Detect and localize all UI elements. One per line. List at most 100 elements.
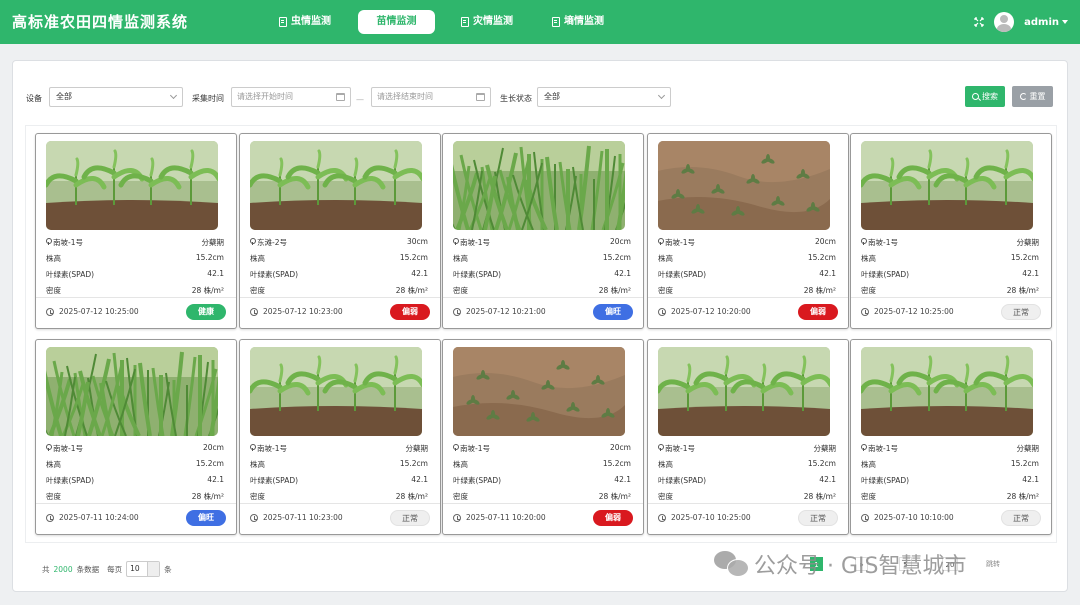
seedling-photo[interactable] [861,141,1033,230]
monitor-card[interactable]: 南坡-1号 分蘖期 株高 15.2cm 叶绿素(SPAD) 42.1 密度 28… [850,339,1052,535]
tab-soil-moisture-monitoring[interactable]: 墒情监测 [543,10,613,34]
location-text: 南坡-1号 [53,444,83,453]
clock-icon [46,307,54,316]
monitor-card[interactable]: 南坡-1号 20cm 株高 15.2cm 叶绿素(SPAD) 42.1 密度 2… [35,339,237,535]
monitor-card[interactable]: 南坡-1号 分蘖期 株高 15.2cm 叶绿素(SPAD) 42.1 密度 28… [850,133,1052,329]
card-row-spad: 叶绿素(SPAD) 42.1 [46,475,224,486]
document-icon [279,17,287,27]
card-row-height: 株高 15.2cm [250,253,428,264]
clock-icon [453,513,461,522]
card-row-location: 南坡-1号 20cm [658,237,836,248]
seedling-photo[interactable] [250,347,422,436]
time-label: 采集时间 [192,94,224,103]
card-row-location: 南坡-1号 分蘖期 [658,443,836,454]
card-divider [443,297,643,298]
total-prefix: 共 [42,564,50,574]
avatar[interactable] [994,12,1015,32]
height-value: 15.2cm [195,253,224,262]
card-divider [851,297,1051,298]
spad-label: 叶绿素(SPAD) [453,270,502,279]
user-menu[interactable]: admin [1024,17,1068,28]
location-text: 南坡-1号 [868,238,898,247]
location-pin-icon [453,444,459,451]
spad-label: 叶绿素(SPAD) [861,476,910,485]
fullscreen-icon[interactable] [974,17,984,27]
density-label: 密度 [658,492,673,501]
seedling-photo[interactable] [46,347,218,436]
height-value: 15.2cm [602,253,631,262]
monitor-card[interactable]: 南坡-1号 20cm 株高 15.2cm 叶绿素(SPAD) 42.1 密度 2… [442,339,644,535]
card-divider [36,297,236,298]
monitor-card[interactable]: 南坡-1号 分蘖期 株高 15.2cm 叶绿素(SPAD) 42.1 密度 28… [35,133,237,329]
capture-time: 2025-07-11 10:20:00 [453,513,546,522]
card-row-spad: 叶绿素(SPAD) 42.1 [658,475,836,486]
monitor-card[interactable]: 南坡-1号 分蘖期 株高 15.2cm 叶绿素(SPAD) 42.1 密度 28… [239,339,441,535]
seedling-photo[interactable] [453,141,625,230]
spad-value: 42.1 [207,269,224,278]
seedling-photo[interactable] [453,347,625,436]
tab-label: 虫情监测 [291,16,331,27]
location-pin-icon [250,444,256,451]
density-label: 密度 [250,286,265,295]
monitor-card[interactable]: 南坡-1号 20cm 株高 15.2cm 叶绿素(SPAD) 42.1 密度 2… [442,133,644,329]
status-badge: 正常 [798,510,838,526]
status-badge: 偏旺 [186,510,226,526]
document-icon [552,17,560,27]
seedling-photo[interactable] [658,141,830,230]
capture-time: 2025-07-11 10:24:00 [46,513,139,522]
per-page-unit: 条 [164,564,172,574]
growth-status-select[interactable]: 全部 [537,87,671,107]
card-row-spad: 叶绿素(SPAD) 42.1 [861,475,1039,486]
density-value: 28 株/m² [395,286,428,295]
card-row-location: 南坡-1号 20cm [453,237,631,248]
density-value: 28 株/m² [598,286,631,295]
density-value: 28 株/m² [191,492,224,501]
growth-stage: 20cm [815,237,836,246]
location-text: 南坡-1号 [460,444,490,453]
caret-down-icon [1062,20,1068,24]
location-text: 南坡-1号 [257,444,287,453]
clock-icon [46,513,54,522]
jump-label: 跳转 [986,560,1000,568]
monitor-card[interactable]: 南坡-1号 分蘖期 株高 15.2cm 叶绿素(SPAD) 42.1 密度 28… [647,339,849,535]
height-value: 15.2cm [399,459,428,468]
card-row-height: 株高 15.2cm [250,459,428,470]
spad-value: 42.1 [411,269,428,278]
capture-time-text: 2025-07-11 10:20:00 [466,513,546,522]
page-size-select[interactable]: 10 [126,561,161,577]
spad-label: 叶绿素(SPAD) [46,270,95,279]
spad-value: 42.1 [614,475,631,484]
tab-seedling-monitoring[interactable]: 苗情监测 [358,10,435,34]
monitor-card[interactable]: 东滩-2号 30cm 株高 15.2cm 叶绿素(SPAD) 42.1 密度 2… [239,133,441,329]
capture-time-text: 2025-07-11 10:23:00 [263,513,343,522]
card-row-location: 南坡-1号 20cm [46,443,224,454]
search-button[interactable]: 搜索 [965,86,1005,107]
monitor-card[interactable]: 南坡-1号 20cm 株高 15.2cm 叶绿素(SPAD) 42.1 密度 2… [647,133,849,329]
card-row-location: 南坡-1号 分蘖期 [250,443,428,454]
spad-value: 42.1 [411,475,428,484]
card-divider [648,297,848,298]
growth-stage: 分蘖期 [1016,238,1040,247]
seedling-photo[interactable] [46,141,218,230]
end-time-input[interactable]: 请选择结束时间 [371,87,491,107]
spad-label: 叶绿素(SPAD) [861,270,910,279]
location-cell: 南坡-1号 [658,443,695,454]
status-badge: 正常 [1001,304,1041,320]
location-cell: 南坡-1号 [250,443,287,454]
clock-icon [250,307,258,316]
seedling-photo[interactable] [861,347,1033,436]
seedling-photo[interactable] [250,141,422,230]
reset-button[interactable]: 重置 [1012,86,1053,107]
tab-pest-monitoring[interactable]: 虫情监测 [270,10,340,34]
card-divider [240,503,440,504]
device-select[interactable]: 全部 [49,87,183,107]
start-time-input[interactable]: 请选择开始时间 [231,87,351,107]
card-divider [36,503,236,504]
card-row-density: 密度 28 株/m² [250,285,428,296]
seedling-photo[interactable] [658,347,830,436]
card-row-height: 株高 15.2cm [453,459,631,470]
tab-disaster-monitoring[interactable]: 灾情监测 [452,10,522,34]
card-row-density: 密度 28 株/m² [46,491,224,502]
status-badge: 健康 [186,304,226,320]
capture-time-text: 2025-07-10 10:25:00 [671,513,751,522]
